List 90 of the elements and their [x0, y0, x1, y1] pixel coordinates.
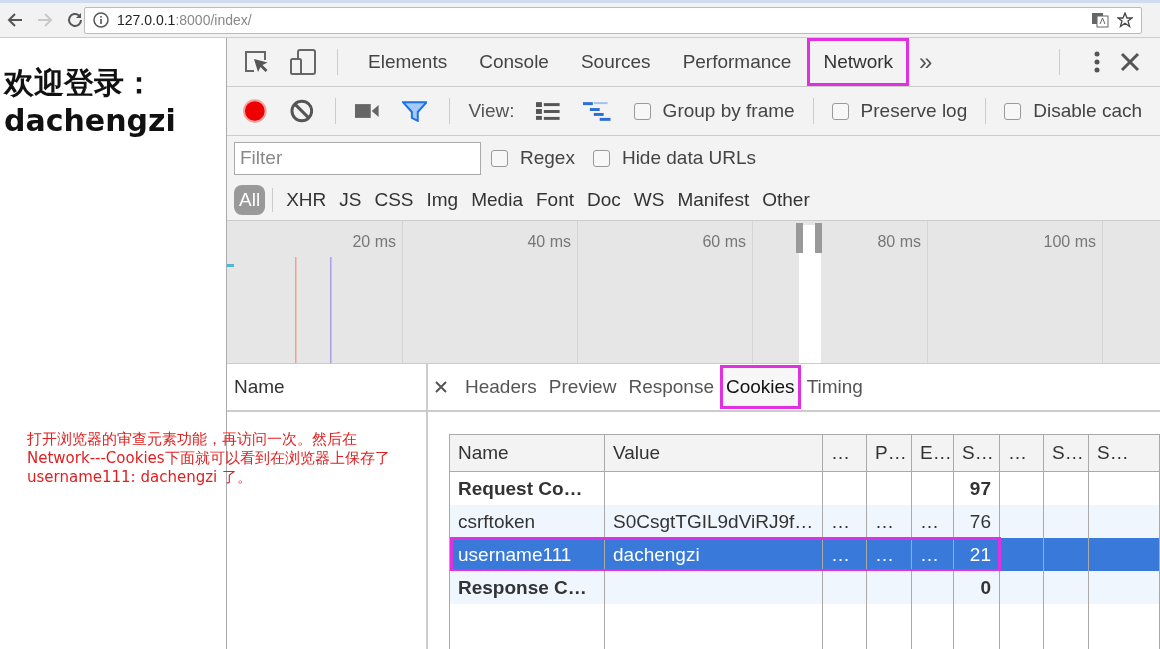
table-cell: …: [831, 510, 850, 533]
column-header[interactable]: …: [823, 435, 867, 471]
table-cell: Request Co…: [458, 477, 583, 500]
record-icon[interactable]: [242, 98, 268, 124]
checkbox[interactable]: [592, 149, 610, 167]
close-icon[interactable]: [1120, 52, 1140, 72]
table-row[interactable]: csrftoken S0CsgtTGIL9dViRJ9f… … … … 76: [450, 505, 1159, 538]
clear-icon[interactable]: [289, 99, 314, 123]
type-filter[interactable]: Doc: [582, 185, 626, 215]
welcome-heading: 欢迎登录：: [4, 64, 155, 102]
tick-label: 100 ms: [1043, 233, 1096, 251]
table-cell: 97: [969, 477, 991, 500]
table-cell: S0CsgtTGIL9dViRJ9f…: [613, 510, 814, 533]
overview-window-handle[interactable]: [796, 223, 822, 363]
table-row[interactable]: username111 dachengzi … … … 21: [450, 538, 1159, 571]
detail-tab[interactable]: Timing: [800, 365, 869, 409]
table-cell: Response C…: [458, 576, 587, 599]
checkbox[interactable]: [633, 102, 651, 120]
filter-field[interactable]: Filter: [234, 141, 481, 175]
column-header[interactable]: …: [1000, 435, 1044, 471]
annotation-text: 打开浏览器的审查元素功能，再访问一次。然后在 Network---Cookies下面就可以看到在浏览器上保存了 username111: dachengzi 了。: [27, 430, 390, 487]
column-header[interactable]: P…: [867, 435, 912, 471]
column-header[interactable]: E…: [912, 435, 954, 471]
type-filter[interactable]: Font: [530, 185, 579, 215]
type-filter[interactable]: Manifest: [672, 185, 755, 215]
table-cell: …: [920, 543, 939, 566]
view-label: View:: [468, 100, 515, 122]
type-filter[interactable]: JS: [334, 185, 367, 215]
column-header[interactable]: S…: [1089, 435, 1158, 471]
type-filter[interactable]: XHR: [281, 185, 332, 215]
url-text: 127.0.0.1:8000/index/: [117, 12, 252, 28]
reload-icon[interactable]: [66, 11, 84, 29]
menu-icon[interactable]: [1094, 51, 1100, 73]
column-header[interactable]: S…: [1044, 435, 1089, 471]
tick-label: 40 ms: [527, 233, 571, 251]
detail-tab[interactable]: Preview: [542, 365, 623, 409]
detail-tab[interactable]: Response: [622, 365, 720, 409]
address-bar[interactable]: 127.0.0.1:8000/index/: [84, 6, 1142, 34]
panel-tab[interactable]: Performance: [666, 38, 808, 86]
list-view-icon[interactable]: [534, 101, 561, 121]
type-filter[interactable]: Other: [757, 185, 815, 215]
device-icon[interactable]: [289, 48, 317, 76]
camera-icon[interactable]: [354, 102, 380, 120]
checkbox-label[interactable]: Regex: [520, 147, 575, 169]
checkbox-label[interactable]: Group by frame: [662, 100, 795, 122]
checkbox-label[interactable]: Hide data URLs: [621, 147, 757, 169]
checkbox[interactable]: [491, 149, 508, 167]
table-cell: csrftoken: [458, 510, 536, 533]
table-cell: …: [831, 543, 850, 566]
table-cell: …: [875, 543, 894, 566]
tick-label: 20 ms: [352, 233, 396, 251]
column-header[interactable]: S…: [954, 435, 1000, 471]
column-header[interactable]: Name: [234, 376, 285, 398]
detail-tab[interactable]: Headers: [459, 365, 543, 409]
tick-label: 60 ms: [702, 233, 746, 251]
tick-label: 80 ms: [877, 233, 921, 251]
table-row[interactable]: Response C… 0: [450, 571, 1159, 604]
panel-tab[interactable]: Network: [807, 38, 910, 86]
filter-icon[interactable]: [401, 100, 428, 122]
table-cell: username111: [458, 543, 572, 566]
table-cell: dachengzi: [613, 543, 700, 566]
type-filter[interactable]: Img: [421, 185, 464, 215]
request-bar: [227, 264, 234, 267]
table-cell: 76: [969, 510, 991, 533]
translate-icon[interactable]: [1091, 12, 1109, 28]
panel-tab[interactable]: Console: [463, 38, 565, 86]
panel-tab[interactable]: Sources: [564, 38, 667, 86]
table-cell: 21: [969, 543, 991, 566]
type-filter[interactable]: Media: [466, 185, 528, 215]
type-filter[interactable]: WS: [628, 185, 670, 215]
detail-tab[interactable]: Cookies: [719, 365, 801, 409]
table-cell: …: [920, 510, 939, 533]
username-heading: dachengzi: [4, 102, 177, 140]
column-header[interactable]: Value: [605, 435, 823, 471]
table-cell: 0: [980, 576, 991, 599]
checkbox-label[interactable]: Disable cach: [1033, 100, 1143, 122]
close-icon[interactable]: [435, 381, 447, 393]
table-cell: …: [875, 510, 894, 533]
checkbox[interactable]: [1004, 102, 1022, 120]
inspect-icon[interactable]: [243, 49, 269, 75]
back-icon[interactable]: [6, 11, 24, 29]
column-header[interactable]: Name: [450, 435, 605, 471]
panel-tab[interactable]: Elements: [352, 38, 464, 86]
info-icon[interactable]: [93, 12, 109, 28]
waterfall-icon[interactable]: [582, 100, 612, 122]
type-filter[interactable]: CSS: [369, 185, 419, 215]
more-tabs-button[interactable]: »: [909, 38, 943, 86]
checkbox[interactable]: [831, 102, 849, 120]
star-icon[interactable]: [1117, 12, 1133, 28]
checkbox-label[interactable]: Preserve log: [860, 100, 968, 122]
